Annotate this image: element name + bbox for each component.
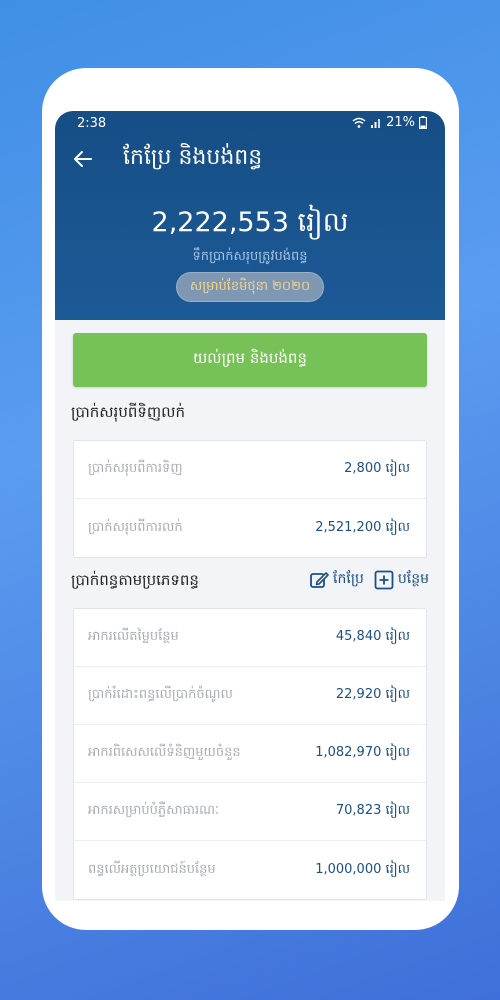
status-time: 2:38 xyxy=(77,116,107,131)
row-value: 1,000,000 រៀល xyxy=(315,861,410,877)
edit-icon xyxy=(310,571,329,588)
tax-types-section-title: ប្រាក់ពន្ធតាមប្រភេទពន្ធ xyxy=(71,571,199,589)
list-item[interactable]: ប្រាក់សរុបពីការទិញ 2,800 រៀល xyxy=(74,441,426,499)
list-item[interactable]: ពន្ធលើអត្ថប្រយោជន៍បន្ថែម 1,000,000 រៀល xyxy=(74,841,426,899)
edit-button[interactable]: កែប្រែ xyxy=(309,569,364,590)
row-value: 1,082,970 រៀល xyxy=(315,745,410,760)
month-badge[interactable]: សម្រាប់ខែមិថុនា ២០២០ xyxy=(176,272,324,302)
battery-icon xyxy=(419,116,427,129)
total-taxable-amount: 2,222,553 រៀល xyxy=(151,207,349,238)
battery-percent: 21% xyxy=(386,115,415,130)
list-item[interactable]: ប្រាក់សរុបពីការលក់ 2,521,200 រៀល xyxy=(74,499,426,557)
row-value: 2,800 រៀល xyxy=(344,461,410,476)
list-item[interactable]: ប្រាក់រំដោះពន្ធលើប្រាក់ចំណូល 22,920 រៀល xyxy=(74,667,426,725)
purchase-sales-section-title: ប្រាក់សរុបពីទិញលក់ xyxy=(71,403,185,421)
purchase-sales-card: ប្រាក់សរុបពីការទិញ 2,800 រៀល ប្រាក់សរុបព… xyxy=(73,440,427,558)
page-title: កែប្រែ និងបង់ពន្ធ xyxy=(123,145,263,170)
add-button[interactable]: បន្ថែម xyxy=(374,569,429,590)
row-label: ប្រាក់រំដោះពន្ធលើប្រាក់ចំណូល xyxy=(88,687,233,702)
row-value: 70,823 រៀល xyxy=(335,803,410,818)
add-label: បន្ថែម xyxy=(397,571,429,587)
tax-tools: កែប្រែ បន្ថែម xyxy=(309,569,429,590)
status-bar: 2:38 21% xyxy=(55,111,445,135)
list-item[interactable]: អាករលើតម្លៃបន្ថែម 45,840 រៀល xyxy=(74,609,426,667)
status-icons: 21% xyxy=(352,115,427,130)
row-label: អាករសម្រាប់បំភ្លឺសាធារណៈ xyxy=(88,803,219,818)
app-screen: 2:38 21% កែប្រែ និងបង់ពន្ធ 2,222,553 រៀល… xyxy=(55,111,445,901)
wifi-icon xyxy=(352,117,366,128)
row-label: អាករលើតម្លៃបន្ថែម xyxy=(88,629,179,644)
tax-types-card: អាករលើតម្លៃបន្ថែម 45,840 រៀល ប្រាក់រំដោះ… xyxy=(73,608,427,900)
back-arrow-icon[interactable] xyxy=(71,147,95,171)
row-label: ប្រាក់សរុបពីការលក់ xyxy=(88,519,183,535)
list-item[interactable]: អាករសម្រាប់បំភ្លឺសាធារណៈ 70,823 រៀល xyxy=(74,783,426,841)
signal-icon xyxy=(371,118,381,128)
list-item[interactable]: អាករពិសេសលើទំនិញមួយចំនួន 1,082,970 រៀល xyxy=(74,725,426,783)
header: 2:38 21% កែប្រែ និងបង់ពន្ធ 2,222,553 រៀល… xyxy=(55,111,445,320)
total-amount-caption: ទឹកប្រាក់សរុបត្រូវបង់ពន្ធ xyxy=(192,249,308,264)
row-label: អាករពិសេសលើទំនិញមួយចំនួន xyxy=(88,745,241,760)
row-value: 22,920 រៀល xyxy=(335,687,410,702)
add-icon xyxy=(374,570,394,589)
row-label: ប្រាក់សរុបពីការទិញ xyxy=(88,461,183,476)
row-value: 45,840 រៀល xyxy=(335,629,410,644)
row-label: ពន្ធលើអត្ថប្រយោជន៍បន្ថែម xyxy=(88,861,216,877)
edit-label: កែប្រែ xyxy=(333,571,364,587)
agree-and-pay-button[interactable]: យល់ព្រម និងបង់ពន្ធ xyxy=(73,333,427,387)
row-value: 2,521,200 រៀល xyxy=(315,519,410,535)
